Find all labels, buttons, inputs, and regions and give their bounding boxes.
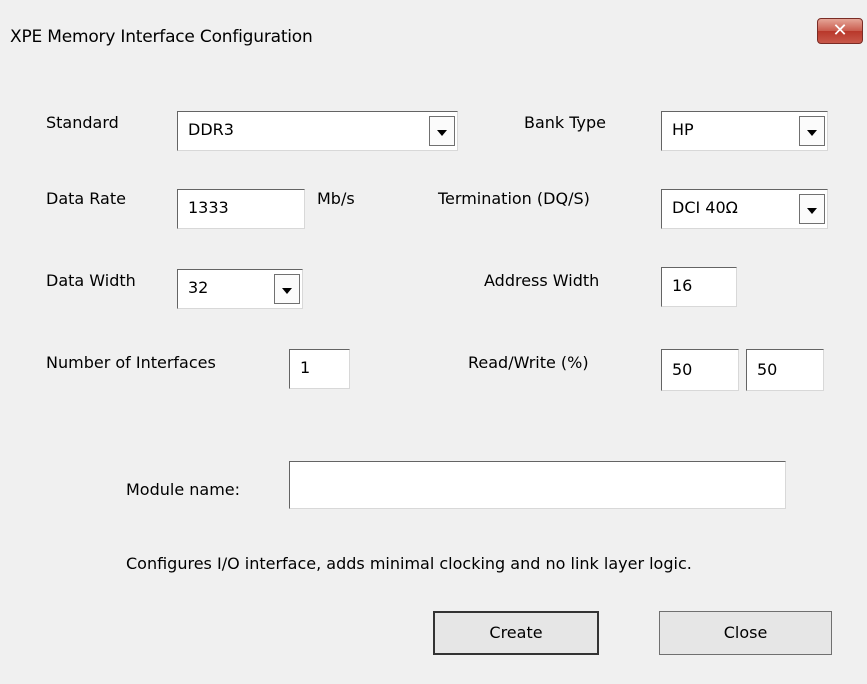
address-width-value: 16 <box>672 276 693 295</box>
standard-value: DDR3 <box>188 120 234 139</box>
read-percent-input[interactable]: 50 <box>661 349 739 391</box>
bank-type-value: HP <box>672 120 694 139</box>
data-width-value: 32 <box>188 278 209 297</box>
address-width-label: Address Width <box>484 271 600 290</box>
num-interfaces-label: Number of Interfaces <box>46 353 216 372</box>
chevron-down-icon[interactable] <box>799 194 825 224</box>
module-name-label: Module name: <box>126 480 241 499</box>
chevron-down-icon[interactable] <box>274 274 300 304</box>
read-percent-value: 50 <box>672 360 693 379</box>
termination-value: DCI 40Ω <box>672 198 738 217</box>
window-titlebar: XPE Memory Interface Configuration ✕ <box>0 0 867 74</box>
close-button[interactable]: Close <box>659 611 832 655</box>
chevron-down-icon[interactable] <box>799 116 825 146</box>
num-interfaces-input[interactable]: 1 <box>289 349 350 389</box>
close-icon: ✕ <box>832 20 848 41</box>
data-width-label: Data Width <box>46 271 136 290</box>
data-rate-value: 1333 <box>188 198 229 217</box>
read-write-label: Read/Write (%) <box>468 353 589 372</box>
module-name-input[interactable] <box>289 461 786 509</box>
chevron-down-icon[interactable] <box>429 116 455 146</box>
window-close-button[interactable]: ✕ <box>817 18 863 44</box>
window-title: XPE Memory Interface Configuration <box>10 27 313 47</box>
termination-select[interactable]: DCI 40Ω <box>661 189 828 229</box>
dialog-body: Standard DDR3 Bank Type HP Data Rate 133… <box>0 74 867 684</box>
data-rate-unit: Mb/s <box>317 189 355 208</box>
bank-type-label: Bank Type <box>524 113 607 132</box>
data-width-select[interactable]: 32 <box>177 269 303 309</box>
write-percent-value: 50 <box>757 360 778 379</box>
bank-type-select[interactable]: HP <box>661 111 828 151</box>
address-width-input[interactable]: 16 <box>661 267 737 307</box>
create-button[interactable]: Create <box>433 611 599 655</box>
standard-select[interactable]: DDR3 <box>177 111 458 151</box>
write-percent-input[interactable]: 50 <box>746 349 824 391</box>
description-text: Configures I/O interface, adds minimal c… <box>126 554 692 573</box>
termination-label: Termination (DQ/S) <box>438 189 590 208</box>
data-rate-label: Data Rate <box>46 189 126 208</box>
data-rate-input[interactable]: 1333 <box>177 189 305 229</box>
standard-label: Standard <box>46 113 119 132</box>
num-interfaces-value: 1 <box>300 358 311 377</box>
